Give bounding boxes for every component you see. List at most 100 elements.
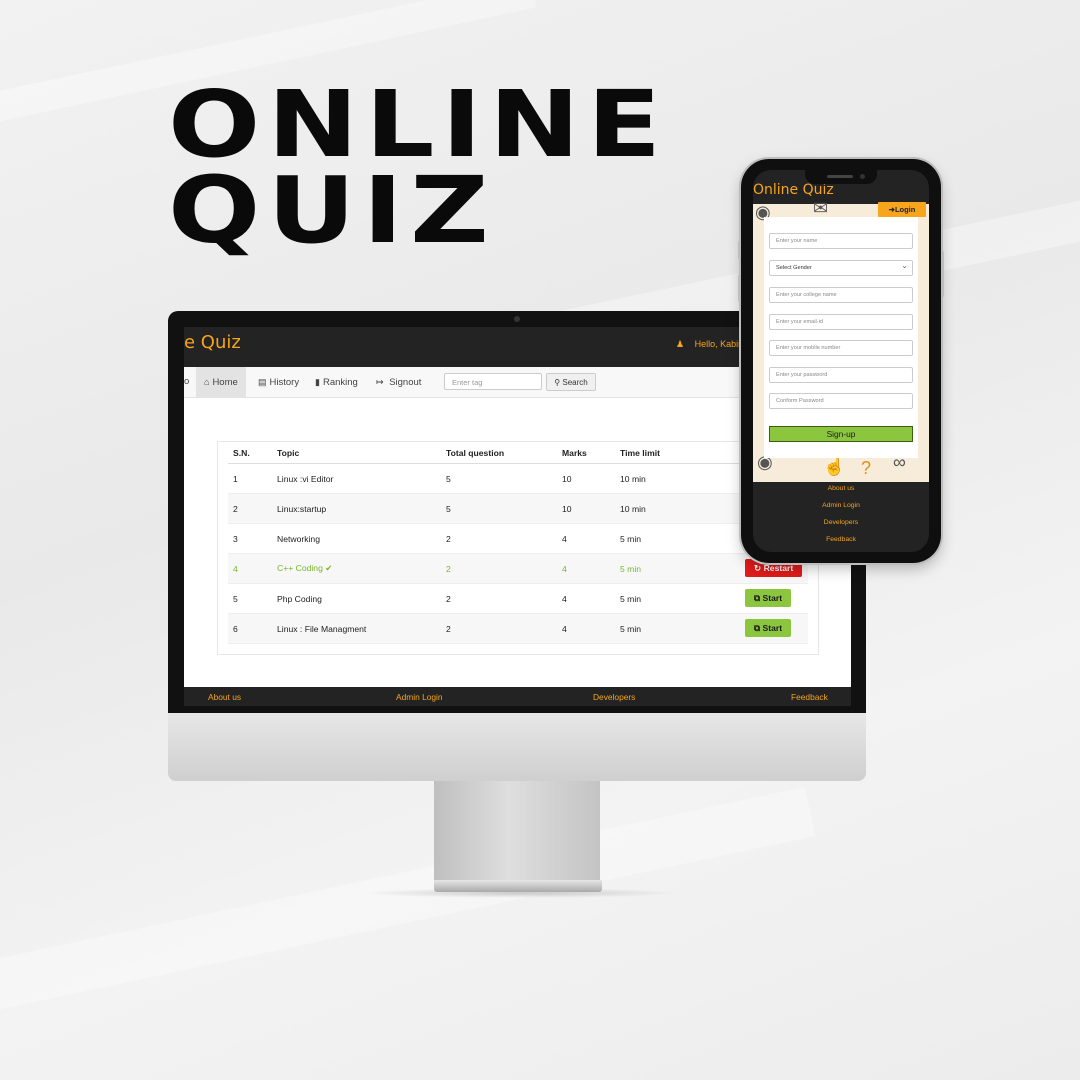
footer-feedback-link[interactable]: Feedback (753, 536, 929, 543)
table-row: 1 Linux :vi Editor 5 10 10 min (228, 463, 808, 494)
username: Kabin (720, 339, 744, 349)
nav-ranking-label: Ranking (322, 377, 358, 388)
thumbs-up-icon: ☝ (823, 456, 846, 476)
cell-sn: 4 (228, 553, 272, 584)
title-line-2: QUIZ (168, 157, 496, 264)
monitor-foot (434, 880, 602, 892)
monitor-chin (168, 713, 866, 781)
cell-total: 5 (441, 493, 557, 524)
phone-side-button (738, 275, 741, 301)
history-icon: ▤ (258, 377, 267, 387)
footer-admin-login-link[interactable]: Admin Login (396, 692, 443, 702)
search-button[interactable]: ⚲ Search (546, 373, 596, 391)
search-icon: ⚲ (554, 378, 561, 387)
nav-item-history[interactable]: ▤ History (258, 367, 299, 397)
home-icon: ⌂ (204, 377, 210, 387)
cell-topic: Linux:startup (272, 493, 441, 524)
camera-icon (860, 174, 865, 179)
check-icon: ✔ (325, 563, 333, 573)
cell-total: 5 (441, 463, 557, 494)
login-label: Login (894, 205, 916, 214)
cell-sn: 2 (228, 493, 272, 524)
envelope-icon: ✉ (813, 198, 829, 218)
college-field[interactable]: Enter your college name (769, 287, 913, 303)
phone-side-button (738, 241, 741, 259)
name-field[interactable]: Enter your name (769, 233, 913, 249)
footer-about-link[interactable]: About us (208, 692, 241, 702)
gender-select[interactable]: Select Gender (769, 258, 913, 276)
cell-topic: Networking (272, 523, 441, 554)
cell-topic: Php Coding (272, 583, 441, 614)
password-field[interactable]: Enter your password (769, 367, 913, 383)
page-title: ONLINE QUIZ (168, 71, 669, 264)
cell-sn: 1 (228, 463, 272, 494)
cell-topic: C++ Coding ✔ (272, 553, 441, 584)
table-row: 3 Networking 2 4 5 min (228, 523, 808, 554)
nav-signout-label: Signout (389, 377, 422, 388)
table-header-row: S.N. Topic Total question Marks Time lim… (228, 443, 808, 464)
col-header-sn: S.N. (228, 443, 272, 464)
table-row: 5 Php Coding 2 4 5 min ⧉ Start (228, 583, 808, 614)
signup-button[interactable]: Sign-up (769, 426, 913, 442)
user-icon: ♟ (676, 339, 685, 349)
col-header-total: Total question (441, 443, 557, 464)
cell-total: 2 (441, 523, 557, 554)
email-field[interactable]: Enter your email-id (769, 314, 913, 330)
cell-topic: Linux : File Managment (272, 613, 441, 644)
phone-side-button (941, 251, 944, 297)
footer-feedback-link[interactable]: Feedback (791, 692, 828, 702)
nav-item-home[interactable]: ⌂ Home (196, 367, 246, 397)
mobile-screen: Online Quiz ◉ ✉ ◉ ☝ ? ∞ ➜Login Enter you… (753, 170, 929, 552)
nav-history-label: History (269, 377, 300, 388)
greeting-text: Hello, (694, 339, 718, 349)
login-button[interactable]: ➜Login (878, 202, 926, 217)
brand-logo[interactable]: e Quiz (184, 332, 241, 353)
confirm-password-field[interactable]: Conform Password (769, 393, 913, 409)
cell-marks: 4 (557, 553, 615, 584)
nav-item-prev[interactable]: o (184, 367, 189, 397)
nav-item-ranking[interactable]: ▮ Ranking (315, 367, 358, 397)
cell-time: 5 min ⧉ Start (615, 613, 808, 644)
question-mark-icon: ? (861, 458, 872, 478)
table-row: 4 C++ Coding ✔ 2 4 5 min ↻ Restart (228, 553, 808, 584)
start-button[interactable]: ⧉ Start (745, 589, 792, 607)
footer-developers-link[interactable]: Developers (753, 519, 929, 526)
start-label: Start (762, 593, 783, 603)
light-streak (0, 786, 816, 1024)
nav-item-signout[interactable]: ↦ Signout (376, 367, 421, 397)
start-button[interactable]: ⧉ Start (745, 619, 792, 637)
cell-marks: 10 (557, 463, 615, 494)
search-button-label: Search (562, 378, 588, 387)
external-link-icon: ⧉ (754, 593, 761, 603)
quiz-table: S.N. Topic Total question Marks Time lim… (228, 443, 808, 644)
mobile-brand-logo[interactable]: Online Quiz (753, 182, 834, 198)
cell-sn: 3 (228, 523, 272, 554)
cell-marks: 10 (557, 493, 615, 524)
signup-form: Enter your name Select Gender Enter your… (764, 217, 918, 458)
external-link-icon: ⧉ (754, 623, 761, 633)
cell-sn: 5 (228, 583, 272, 614)
title-line-1: ONLINE (168, 71, 669, 178)
camera-icon (514, 316, 520, 322)
bar-chart-icon: ▮ (315, 377, 320, 387)
time-label: 5 min (620, 623, 642, 634)
cell-time: 5 min ⧉ Start (615, 583, 808, 614)
table-row: 2 Linux:startup 5 10 10 min (228, 493, 808, 524)
footer-developers-link[interactable]: Developers (593, 692, 635, 702)
topic-label: C++ Coding (277, 563, 323, 573)
footer-about-link[interactable]: About us (753, 485, 929, 492)
refresh-icon: ↻ (754, 563, 762, 573)
user-greeting[interactable]: ♟ Hello, Kabin (676, 339, 743, 350)
phone-notch (805, 170, 877, 184)
restart-label: Restart (763, 563, 794, 573)
footer-admin-login-link[interactable]: Admin Login (753, 502, 929, 509)
desktop-footer: About us Admin Login Developers Feedback (184, 687, 851, 706)
nav-home-label: Home (212, 377, 238, 388)
time-label: 5 min (620, 563, 642, 574)
search-input[interactable]: Enter tag (444, 373, 542, 390)
cell-marks: 4 (557, 523, 615, 554)
col-header-topic: Topic (272, 443, 441, 464)
mobile-number-field[interactable]: Enter your mobile number (769, 340, 913, 356)
cell-topic: Linux :vi Editor (272, 463, 441, 494)
cell-marks: 4 (557, 583, 615, 614)
